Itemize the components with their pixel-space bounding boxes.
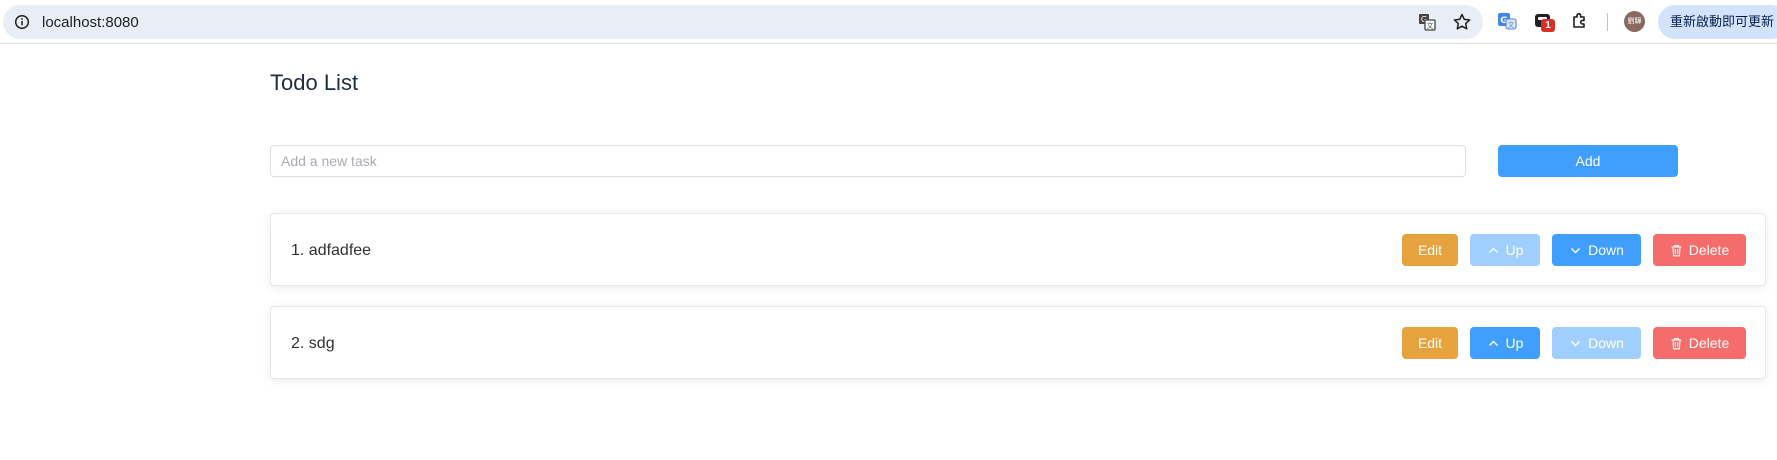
profile-avatar[interactable]: 劉驊 xyxy=(1624,11,1645,32)
toolbar-separator xyxy=(1607,13,1608,31)
delete-button[interactable]: Delete xyxy=(1653,327,1746,359)
translate-icon[interactable]: G 文 xyxy=(1418,13,1436,31)
add-task-button[interactable]: Add xyxy=(1498,145,1678,177)
edit-button-label: Edit xyxy=(1417,242,1443,258)
move-up-button-label: Up xyxy=(1505,335,1524,351)
todo-text: 2. sdg xyxy=(291,335,335,352)
extensions-puzzle-icon[interactable] xyxy=(1570,11,1590,31)
todo-text: 1. adfadfee xyxy=(291,242,372,259)
svg-text:文: 文 xyxy=(1508,20,1515,29)
new-task-input[interactable] xyxy=(270,145,1466,177)
edit-button[interactable]: Edit xyxy=(1402,327,1458,359)
move-up-button-label: Up xyxy=(1505,242,1524,258)
move-down-button-label: Down xyxy=(1588,335,1624,351)
edit-button-label: Edit xyxy=(1417,335,1443,351)
trash-icon xyxy=(1671,337,1682,349)
extension-badge: 1 xyxy=(1541,19,1555,32)
info-icon[interactable] xyxy=(14,14,30,30)
restart-to-update-button[interactable]: 重新啟動即可更新 xyxy=(1658,5,1777,39)
address-bar[interactable]: localhost:8080 G 文 xyxy=(3,5,1483,39)
google-translate-extension-icon[interactable]: G 文 xyxy=(1497,11,1517,31)
edit-button[interactable]: Edit xyxy=(1402,234,1458,266)
move-down-button[interactable]: Down xyxy=(1552,234,1641,266)
move-down-button-label: Down xyxy=(1588,242,1624,258)
delete-button-label: Delete xyxy=(1688,335,1730,351)
chevron-down-icon xyxy=(1571,247,1581,253)
move-up-button[interactable]: Up xyxy=(1470,327,1540,359)
trash-icon xyxy=(1671,244,1682,256)
delete-button[interactable]: Delete xyxy=(1653,234,1746,266)
browser-toolbar: localhost:8080 G 文 G 文 1 劉驊 重新啟動即可更新 xyxy=(0,0,1777,44)
page-title: Todo List xyxy=(270,70,359,95)
chevron-up-icon xyxy=(1488,340,1498,346)
delete-button-label: Delete xyxy=(1688,242,1730,258)
move-down-button[interactable]: Down xyxy=(1552,327,1641,359)
bookmark-star-icon[interactable] xyxy=(1452,12,1472,32)
chevron-up-icon xyxy=(1488,247,1498,253)
todo-item: 2. sdg Edit Up Down Delete xyxy=(270,306,1766,379)
url-text[interactable]: localhost:8080 xyxy=(42,14,139,31)
move-up-button[interactable]: Up xyxy=(1470,234,1540,266)
svg-text:文: 文 xyxy=(1427,21,1434,30)
chevron-down-icon xyxy=(1571,340,1581,346)
todo-item: 1. adfadfee Edit Up Down Delete xyxy=(270,213,1766,286)
